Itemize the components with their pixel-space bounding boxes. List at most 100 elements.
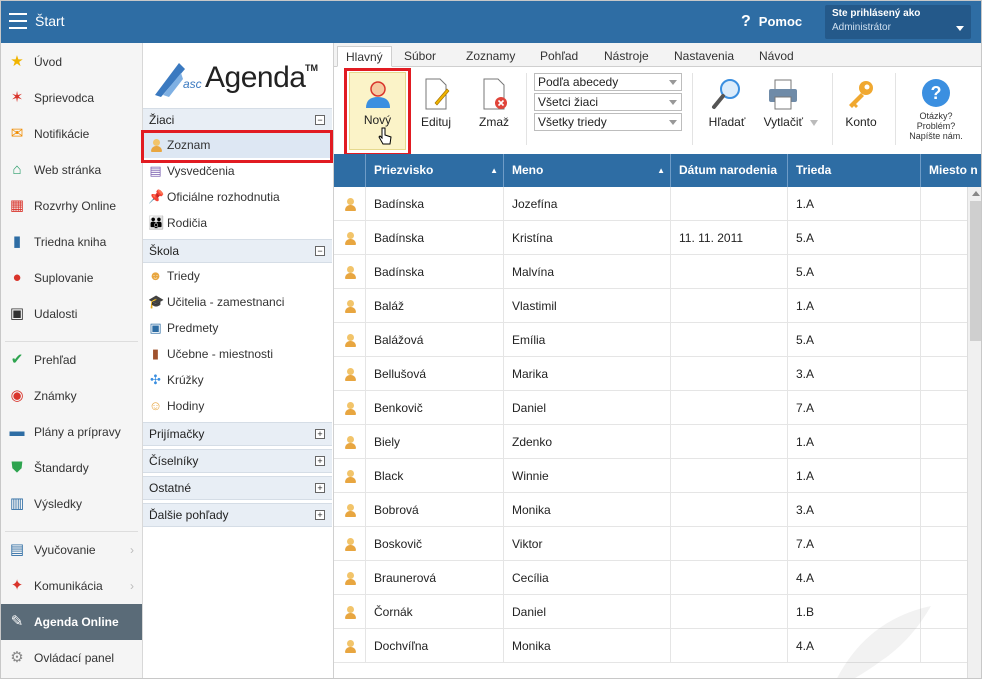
print-button[interactable]: Vytlačiť xyxy=(760,73,822,129)
tab-pohlad[interactable]: Pohľad xyxy=(532,46,586,67)
item-oficialne-rozhodnutia[interactable]: 📌 Oficiálne rozhodnutia xyxy=(143,184,332,210)
sort-select[interactable]: Podľa abecedy xyxy=(534,73,682,91)
menu-icon[interactable] xyxy=(9,13,27,29)
nav-prehlad[interactable]: ✔ Prehľad xyxy=(1,342,142,378)
expand-icon[interactable]: + xyxy=(315,510,325,520)
ribbon-divider xyxy=(832,73,833,145)
item-hodiny[interactable]: ☺ Hodiny xyxy=(143,393,332,419)
scrollbar-thumb[interactable] xyxy=(970,201,981,341)
student-icon xyxy=(148,137,163,152)
collapse-icon[interactable]: − xyxy=(315,246,325,256)
table-row[interactable]: Bellušová Marika 3.A xyxy=(334,357,967,391)
column-header-birthplace[interactable]: Miesto n xyxy=(921,154,981,187)
student-icon xyxy=(334,459,366,493)
item-predmety[interactable]: ▣ Predmety xyxy=(143,315,332,341)
cell-birthplace xyxy=(921,221,967,255)
account-button[interactable]: Konto xyxy=(839,73,883,129)
tab-navod[interactable]: Návod xyxy=(751,46,802,67)
parents-icon: 👪 xyxy=(148,215,165,230)
section-dalsie-pohlady[interactable]: Ďalšie pohľady + xyxy=(143,503,332,527)
section-ostatne[interactable]: Ostatné + xyxy=(143,476,332,500)
expand-icon[interactable]: + xyxy=(315,483,325,493)
item-vysvedcenia[interactable]: ▤ Vysvedčenia xyxy=(143,158,332,184)
item-zoznam[interactable]: Zoznam xyxy=(143,132,332,158)
students-filter-select[interactable]: Všetci žiaci xyxy=(534,93,682,111)
class-filter-select[interactable]: Všetky triedy xyxy=(534,113,682,131)
nav-vysledky[interactable]: ▥ Výsledky xyxy=(1,486,142,522)
column-header-class[interactable]: Trieda xyxy=(788,154,921,187)
search-button[interactable]: Hľadať xyxy=(704,73,750,129)
scroll-up-icon[interactable] xyxy=(972,191,980,196)
nav-ovladaci-panel[interactable]: ⚙ Ovládací panel xyxy=(1,640,142,676)
gear-icon: ⚙ xyxy=(10,649,24,666)
column-header-birthdate[interactable]: Dátum narodenia xyxy=(671,154,788,187)
table-row[interactable]: Benkovič Daniel 7.A xyxy=(334,391,967,425)
section-prijimacky[interactable]: Prijímačky + xyxy=(143,422,332,446)
tab-subor[interactable]: Súbor xyxy=(396,46,444,67)
tab-nastroje[interactable]: Nástroje xyxy=(596,46,657,67)
table-row[interactable]: Badínska Kristína 11. 11. 2011 5.A xyxy=(334,221,967,255)
column-header-surname[interactable]: Priezvisko ▲ xyxy=(366,154,504,187)
nav-sprievodca[interactable]: ✶ Sprievodca xyxy=(1,80,142,116)
collapse-icon[interactable]: − xyxy=(315,115,325,125)
table-row[interactable]: Baláž Vlastimil 1.A xyxy=(334,289,967,323)
item-label: Rodičia xyxy=(167,216,208,230)
table-row[interactable]: Badínska Malvína 5.A xyxy=(334,255,967,289)
tab-zoznamy[interactable]: Zoznamy xyxy=(458,46,523,67)
help-button[interactable]: ? Pomoc xyxy=(741,13,802,31)
tab-hlavny[interactable]: Hlavný xyxy=(337,46,392,67)
cell-surname: Biely xyxy=(366,425,504,459)
item-rodicia[interactable]: 👪 Rodičia xyxy=(143,210,332,236)
nav-udalosti[interactable]: ▣ Udalosti xyxy=(1,296,142,332)
nav-standardy[interactable]: ⛊ Štandardy xyxy=(1,450,142,486)
user-menu[interactable]: Ste prihlásený ako Administrátor xyxy=(825,5,971,39)
expand-icon[interactable]: + xyxy=(315,456,325,466)
cell-name: Zdenko xyxy=(504,425,671,459)
table-row[interactable]: Čornák Daniel 1.B xyxy=(334,595,967,629)
table-row[interactable]: Black Winnie 1.A xyxy=(334,459,967,493)
nav-agenda-online[interactable]: ✎ Agenda Online xyxy=(1,604,142,640)
nav-uvod[interactable]: ★ Úvod xyxy=(1,44,142,80)
table-row[interactable]: Badínska Jozefína 1.A xyxy=(334,187,967,221)
edit-button[interactable]: Edituj xyxy=(416,73,456,129)
table-row[interactable]: Biely Zdenko 1.A xyxy=(334,425,967,459)
table-row[interactable]: Balážová Emília 5.A xyxy=(334,323,967,357)
chevron-down-icon[interactable] xyxy=(810,120,819,126)
cell-name: Marika xyxy=(504,357,671,391)
nav-label: Známky xyxy=(34,389,77,403)
cell-birthplace xyxy=(921,493,967,527)
nav-komunikacia[interactable]: ✦ Komunikácia › xyxy=(1,568,142,604)
support-button[interactable]: ? Otázky? Problém? Napíšte nám. xyxy=(906,79,966,141)
nav-web-stranka[interactable]: ⌂ Web stránka xyxy=(1,152,142,188)
nav-plany-a-pripravy[interactable]: ▬ Plány a prípravy xyxy=(1,414,142,450)
nav-vyucovanie[interactable]: ▤ Vyučovanie › xyxy=(1,532,142,568)
item-ucebne[interactable]: ▮ Učebne - miestnosti xyxy=(143,341,332,367)
expand-icon[interactable]: + xyxy=(315,429,325,439)
item-ucitelia[interactable]: 🎓 Učitelia - zamestnanci xyxy=(143,289,332,315)
tab-nastavenia[interactable]: Nastavenia xyxy=(666,46,742,67)
table-row[interactable]: Bobrová Monika 3.A xyxy=(334,493,967,527)
item-triedy[interactable]: ☻ Triedy xyxy=(143,263,332,289)
section-ciselniky[interactable]: Číselníky + xyxy=(143,449,332,473)
vertical-scrollbar[interactable] xyxy=(967,187,981,678)
nav-label: Plány a prípravy xyxy=(34,425,121,439)
ribbon-toolbar: Hlavný Súbor Zoznamy Pohľad Nástroje Nas… xyxy=(334,43,981,154)
cell-name: Daniel xyxy=(504,595,671,629)
cell-birthplace xyxy=(921,595,967,629)
nav-znamky[interactable]: ◉ Známky xyxy=(1,378,142,414)
delete-button[interactable]: Zmaž xyxy=(474,73,514,129)
cell-name: Monika xyxy=(504,493,671,527)
question-icon: ? xyxy=(741,13,751,30)
table-row[interactable]: Boskovič Viktor 7.A xyxy=(334,527,967,561)
new-button[interactable]: Nový xyxy=(349,72,406,150)
item-kruzky[interactable]: ✣ Krúžky xyxy=(143,367,332,393)
nav-notifikacie[interactable]: ✉ Notifikácie xyxy=(1,116,142,152)
nav-suplovanie[interactable]: ● Suplovanie xyxy=(1,260,142,296)
nav-triedna-kniha[interactable]: ▮ Triedna kniha xyxy=(1,224,142,260)
column-header-name[interactable]: Meno ▲ xyxy=(504,154,671,187)
nav-rozvrhy-online[interactable]: ▦ Rozvrhy Online xyxy=(1,188,142,224)
table-row[interactable]: Dochvíľna Monika 4.A xyxy=(334,629,967,663)
section-ziaci[interactable]: Žiaci − xyxy=(143,108,332,132)
table-row[interactable]: Braunerová Cecília 4.A xyxy=(334,561,967,595)
section-skola[interactable]: Škola − xyxy=(143,239,332,263)
